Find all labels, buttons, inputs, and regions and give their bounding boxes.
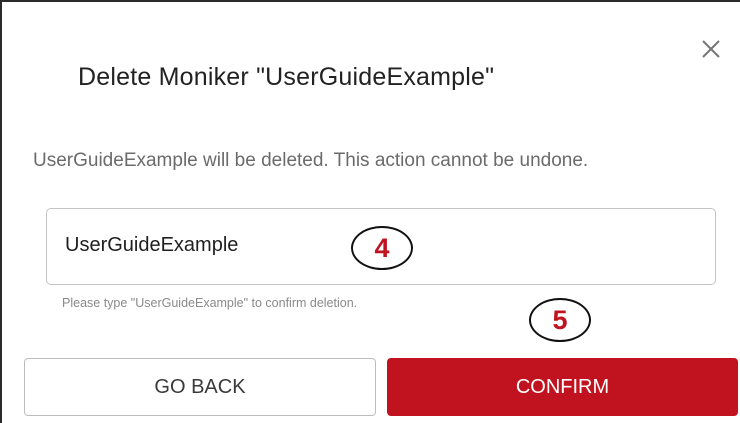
- step-5-callout: 5: [529, 298, 591, 342]
- dialog-title: Delete Moniker "UserGuideExample": [78, 63, 495, 91]
- go-back-button[interactable]: GO BACK: [24, 358, 376, 416]
- confirm-button[interactable]: CONFIRM: [387, 358, 738, 416]
- window-top-border: [0, 0, 740, 2]
- confirm-name-input-value[interactable]: UserGuideExample: [65, 234, 238, 257]
- step-4-callout: 4: [351, 226, 413, 270]
- delete-moniker-dialog: Delete Moniker "UserGuideExample" UserGu…: [0, 0, 740, 423]
- warning-message: UserGuideExample will be deleted. This a…: [33, 150, 589, 171]
- window-left-border: [0, 0, 2, 423]
- confirm-hint: Please type "UserGuideExample" to confir…: [62, 296, 358, 310]
- close-icon[interactable]: [698, 36, 724, 62]
